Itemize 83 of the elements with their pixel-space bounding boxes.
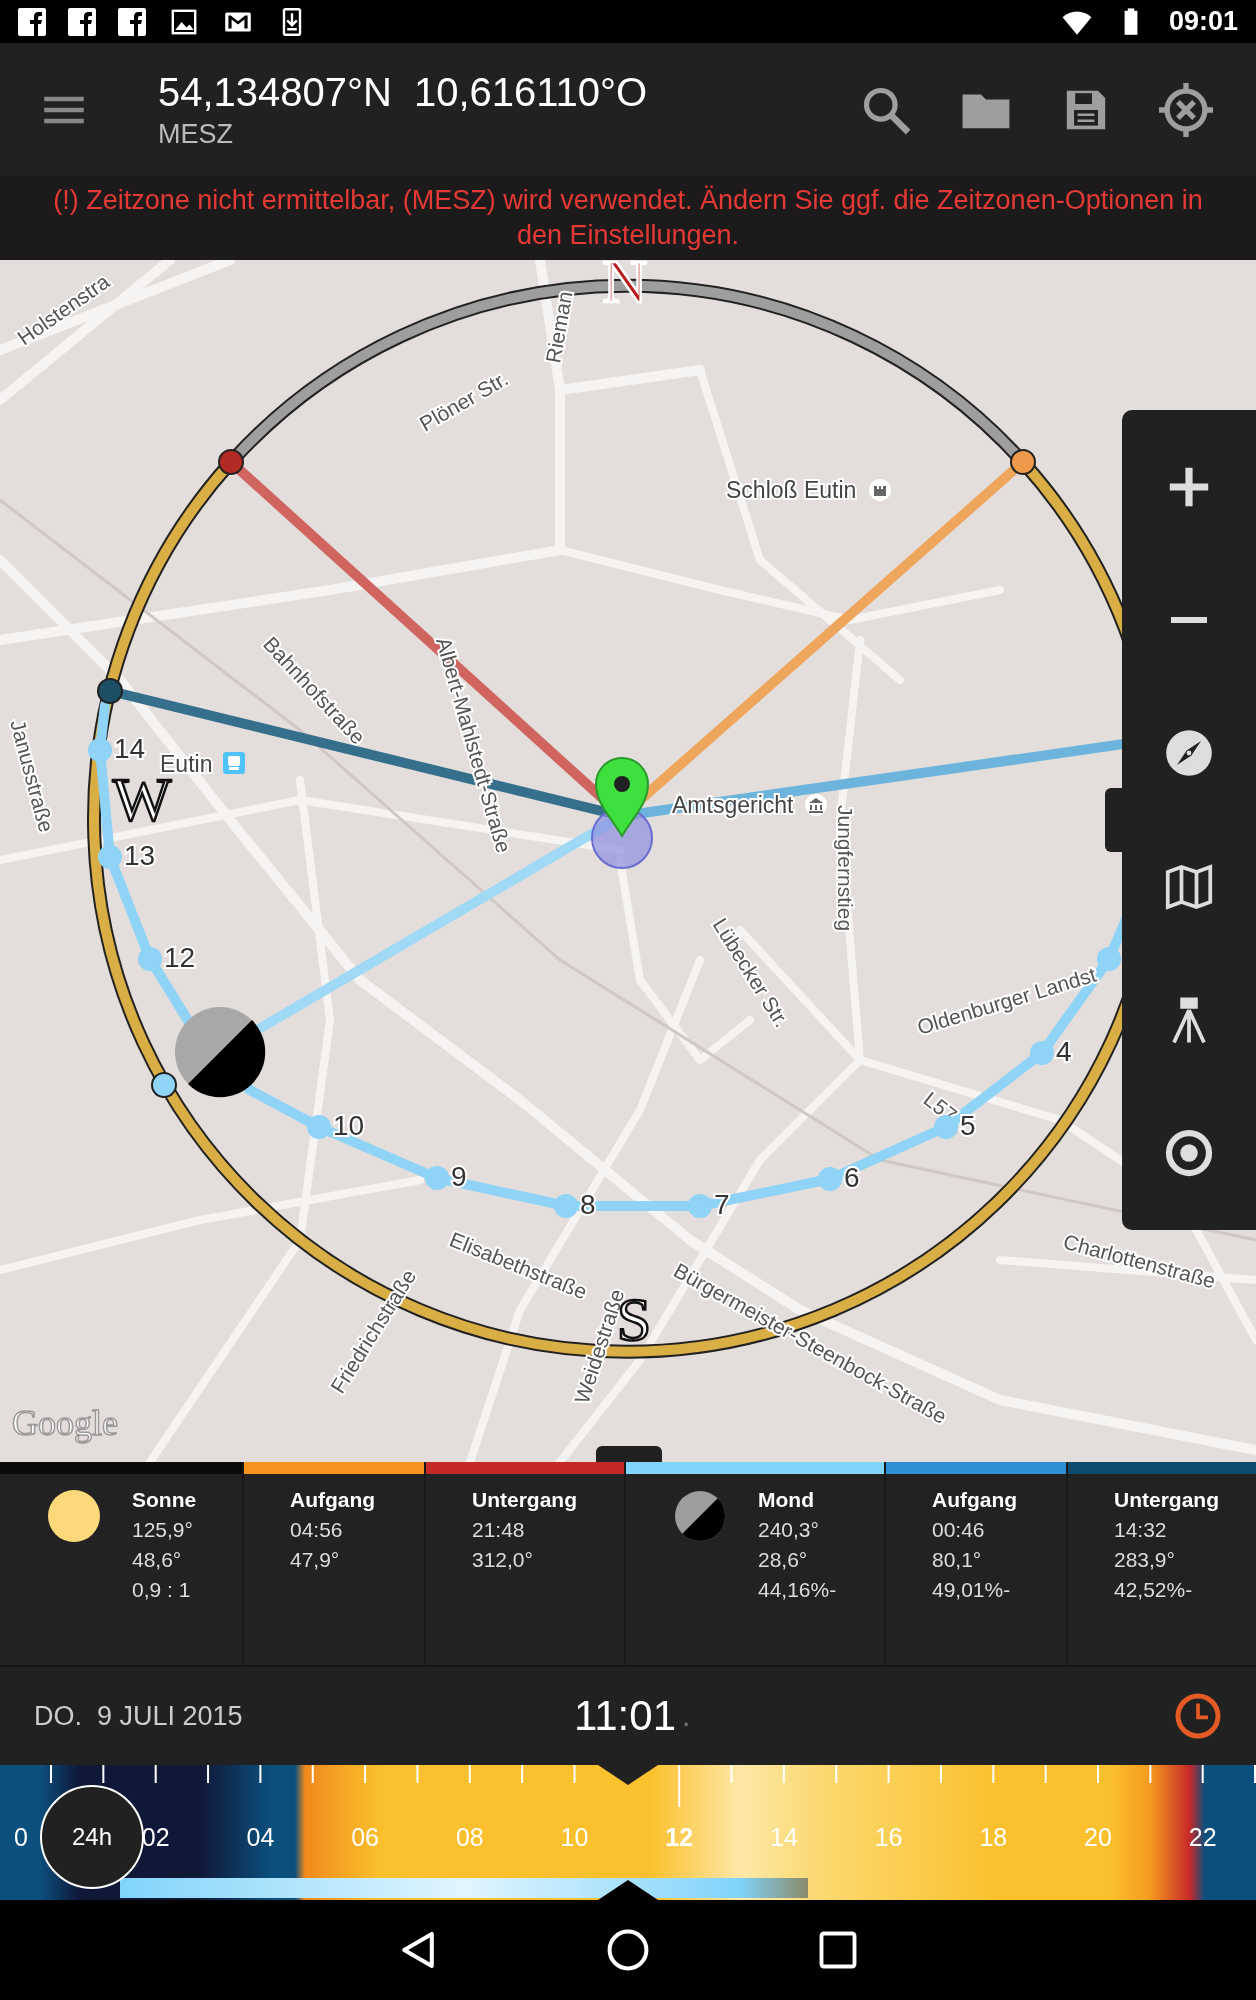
app-logo-icon xyxy=(118,7,146,36)
hour-tick-label: 08 xyxy=(455,1823,484,1852)
column-title: Aufgang xyxy=(932,1488,1018,1512)
seconds-mark: . xyxy=(682,1699,691,1733)
value-text: 125,9° xyxy=(132,1518,194,1542)
value-text: 28,6° xyxy=(758,1548,809,1572)
home-icon xyxy=(605,1927,651,1973)
clock-icon xyxy=(1173,1691,1223,1741)
value-text: 14:32 xyxy=(1114,1518,1168,1542)
hour-label: 14 xyxy=(114,733,146,764)
hour-dot xyxy=(554,1194,578,1218)
hour-tick-label: 18 xyxy=(979,1823,1008,1852)
value-text: 283,9° xyxy=(1114,1548,1176,1572)
value-text: 44,16%- xyxy=(758,1578,837,1602)
hour-label: 5 xyxy=(960,1110,976,1141)
moon-icon xyxy=(175,1007,266,1098)
value-text: 49,01%- xyxy=(932,1578,1012,1602)
compass-icon xyxy=(1165,729,1213,778)
value-text: 47,9° xyxy=(290,1548,341,1572)
hour-label: 13 xyxy=(124,840,156,871)
value-text: 42,52%- xyxy=(1114,1578,1194,1602)
hour-label: 8 xyxy=(580,1189,596,1220)
street-label: Rieman xyxy=(541,289,577,365)
hour-dot xyxy=(688,1194,712,1218)
hour-dot xyxy=(307,1115,331,1139)
map-attribution: Google xyxy=(12,1403,118,1443)
hour-dot xyxy=(138,947,162,971)
hour-label: 4 xyxy=(1056,1036,1072,1067)
app-logo-icon xyxy=(18,7,46,36)
column-title: Mond xyxy=(758,1488,815,1512)
location-pin-icon xyxy=(595,757,649,837)
value-text: 80,1° xyxy=(932,1548,983,1572)
train-icon xyxy=(223,752,245,774)
building-icon xyxy=(805,794,827,816)
hour-label: 6 xyxy=(844,1162,860,1193)
value-text: 00:46 xyxy=(932,1518,986,1542)
hour-tick-label: 10 xyxy=(560,1823,589,1852)
value-text: 240,3° xyxy=(758,1518,820,1542)
drawer-handle[interactable] xyxy=(596,1446,662,1462)
hour-tick-label: 06 xyxy=(351,1823,379,1852)
hour-label: 10 xyxy=(333,1110,365,1141)
crosshair-x-icon xyxy=(1159,82,1213,137)
latitude-text: 54,134807°N xyxy=(158,69,392,115)
timezone-warning: (!) Zeitzone nicht ermittelbar, (MESZ) wird verwendet. Ändern Sie ggf. die Zeitzonen-Optionen in den Einstellungen. xyxy=(0,176,1256,260)
hour-dot xyxy=(934,1115,958,1139)
street-label: Jungfernstieg xyxy=(834,805,857,932)
hour-dot xyxy=(818,1167,842,1191)
status-time: 09:01 xyxy=(1168,6,1238,37)
column-title: Aufgang xyxy=(290,1488,376,1512)
app-logo-icon xyxy=(68,7,96,36)
drawer-handle[interactable] xyxy=(1105,788,1122,852)
hour-tick-label: 20 xyxy=(1084,1823,1112,1852)
value-text: 48,6° xyxy=(132,1548,183,1572)
value-text: 04:56 xyxy=(290,1518,344,1542)
value-text: 312,0° xyxy=(472,1548,534,1572)
minus-icon xyxy=(1171,617,1207,623)
target-icon xyxy=(1164,1128,1214,1179)
value-text: 21:48 xyxy=(472,1518,526,1542)
hour-tick-label: 12 xyxy=(665,1823,694,1852)
hour-label: 9 xyxy=(451,1161,467,1192)
date-text: DO. 9 JULI 2015 xyxy=(34,1700,244,1732)
hour-label: 7 xyxy=(714,1189,730,1220)
time-text: 11:01 xyxy=(574,1692,676,1740)
hour-tick-label: 14 xyxy=(770,1823,798,1852)
value-text: 0,9 : 1 xyxy=(132,1578,192,1602)
sun-icon xyxy=(46,1488,102,1544)
hour-label: 12 xyxy=(164,942,196,973)
hour-dot xyxy=(98,845,122,869)
column-title: Untergang xyxy=(472,1488,577,1512)
hour-dot xyxy=(425,1166,449,1190)
hour-tick-label: 04 xyxy=(246,1823,275,1852)
castle-icon xyxy=(869,479,891,501)
moon-phase-icon xyxy=(672,1488,728,1544)
column-title: Untergang xyxy=(1114,1488,1219,1512)
hour-dot xyxy=(1097,947,1121,971)
column-title: Sonne xyxy=(132,1488,197,1512)
longitude-text: 10,616110°O xyxy=(413,69,648,115)
hour-tick-label: 16 xyxy=(874,1823,903,1852)
hour-dot xyxy=(1030,1041,1054,1065)
hour-tick-label: 0 xyxy=(14,1823,28,1852)
hour-dot xyxy=(88,738,112,762)
place-label: Schloß Eutin xyxy=(726,477,857,503)
timezone-text: MESZ xyxy=(158,118,234,150)
